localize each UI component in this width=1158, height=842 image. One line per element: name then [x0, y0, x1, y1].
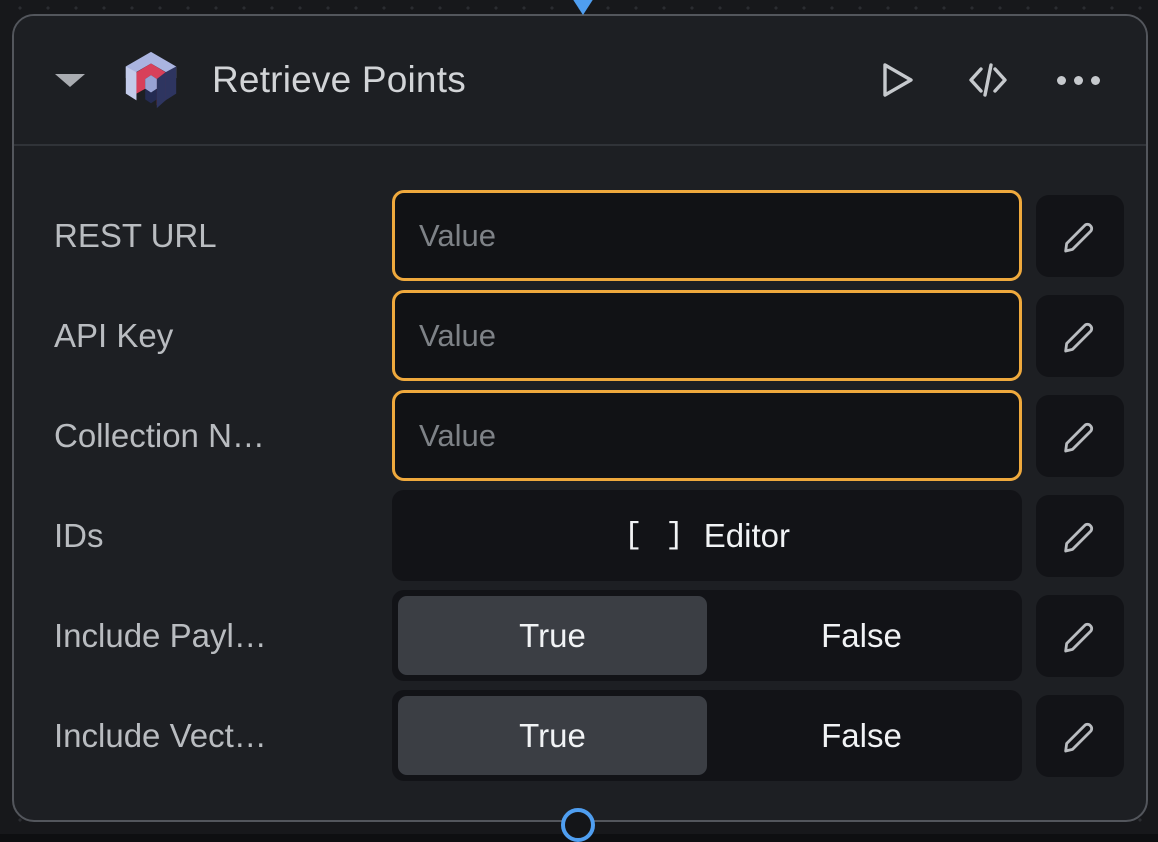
node-header: Retrieve Points: [14, 16, 1146, 146]
include-payload-option-true[interactable]: True: [398, 596, 707, 675]
ids-editor-label: Editor: [704, 517, 790, 555]
ellipsis-icon: [1057, 76, 1100, 85]
pencil-icon: [1060, 316, 1100, 356]
field-label-collection-name: Collection N…: [54, 417, 392, 455]
api-key-input[interactable]: [392, 290, 1022, 381]
field-label-api-key: API Key: [54, 317, 392, 355]
field-control-ids: [ ] Editor: [392, 490, 1022, 581]
field-row-rest-url: REST URL: [14, 190, 1146, 281]
input-port[interactable]: [572, 0, 594, 15]
flow-canvas[interactable]: Retrieve Points: [0, 0, 1158, 834]
field-control-include-payload: True False: [392, 590, 1022, 681]
field-control-include-vectors: True False: [392, 690, 1022, 781]
pencil-icon: [1060, 416, 1100, 456]
field-row-api-key: API Key: [14, 290, 1146, 381]
edit-button-ids[interactable]: [1036, 495, 1124, 577]
include-payload-toggle[interactable]: True False: [392, 590, 1022, 681]
edit-button-include-vectors[interactable]: [1036, 695, 1124, 777]
edit-button-collection-name[interactable]: [1036, 395, 1124, 477]
field-control-api-key: [392, 290, 1022, 381]
pencil-icon: [1060, 616, 1100, 656]
field-row-include-vectors: Include Vect… True False: [14, 690, 1146, 781]
list-brackets-icon: [ ]: [624, 518, 686, 553]
include-vectors-option-true[interactable]: True: [398, 696, 707, 775]
run-button[interactable]: [874, 56, 922, 104]
collection-name-input[interactable]: [392, 390, 1022, 481]
play-icon: [881, 62, 915, 98]
edit-button-include-payload[interactable]: [1036, 595, 1124, 677]
field-row-collection-name: Collection N…: [14, 390, 1146, 481]
qdrant-logo-icon: [120, 49, 182, 111]
output-port[interactable]: [561, 808, 595, 842]
edit-button-rest-url[interactable]: [1036, 195, 1124, 277]
field-label-ids: IDs: [54, 517, 392, 555]
field-label-include-payload: Include Payl…: [54, 617, 392, 655]
include-vectors-option-false[interactable]: False: [707, 696, 1016, 775]
field-label-include-vectors: Include Vect…: [54, 717, 392, 755]
include-payload-option-false[interactable]: False: [707, 596, 1016, 675]
field-control-rest-url: [392, 190, 1022, 281]
pencil-icon: [1060, 516, 1100, 556]
more-options-button[interactable]: [1054, 56, 1102, 104]
chevron-down-icon: [55, 74, 85, 87]
field-row-ids: IDs [ ] Editor: [14, 490, 1146, 581]
code-brackets-icon: [968, 61, 1008, 99]
rest-url-input[interactable]: [392, 190, 1022, 281]
field-row-include-payload: Include Payl… True False: [14, 590, 1146, 681]
pencil-icon: [1060, 716, 1100, 756]
node-body: REST URL API Key: [14, 146, 1146, 820]
node-header-actions: [874, 56, 1118, 104]
field-label-rest-url: REST URL: [54, 217, 392, 255]
pencil-icon: [1060, 216, 1100, 256]
ids-editor-button[interactable]: [ ] Editor: [392, 490, 1022, 581]
field-control-collection-name: [392, 390, 1022, 481]
include-vectors-toggle[interactable]: True False: [392, 690, 1022, 781]
node-title: Retrieve Points: [212, 59, 874, 101]
code-button[interactable]: [964, 56, 1012, 104]
collapse-toggle-button[interactable]: [48, 58, 92, 102]
node-card-retrieve-points[interactable]: Retrieve Points: [12, 14, 1148, 822]
edit-button-api-key[interactable]: [1036, 295, 1124, 377]
